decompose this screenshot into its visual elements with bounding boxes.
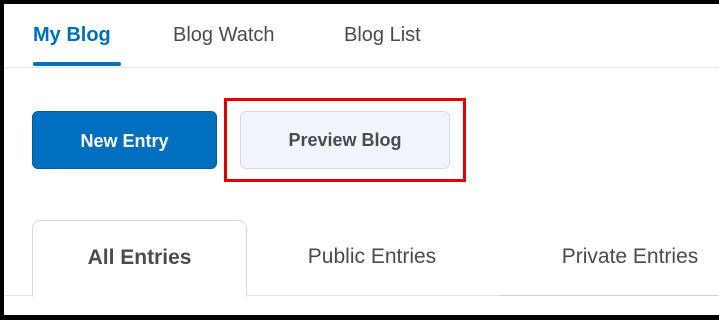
highlight-box (224, 98, 466, 182)
blog-nav: My Blog Blog Watch Blog List (4, 4, 719, 68)
active-tab-indicator (33, 62, 121, 66)
tab-all-entries[interactable]: All Entries (32, 220, 247, 297)
tab-blog-list[interactable]: Blog List (344, 4, 421, 67)
new-entry-button[interactable]: New Entry (32, 111, 217, 169)
tab-blog-watch[interactable]: Blog Watch (173, 4, 275, 67)
tab-my-blog[interactable]: My Blog (33, 4, 111, 67)
tab-public-entries[interactable]: Public Entries (272, 220, 472, 296)
tab-private-entries[interactable]: Private Entries (530, 220, 719, 296)
